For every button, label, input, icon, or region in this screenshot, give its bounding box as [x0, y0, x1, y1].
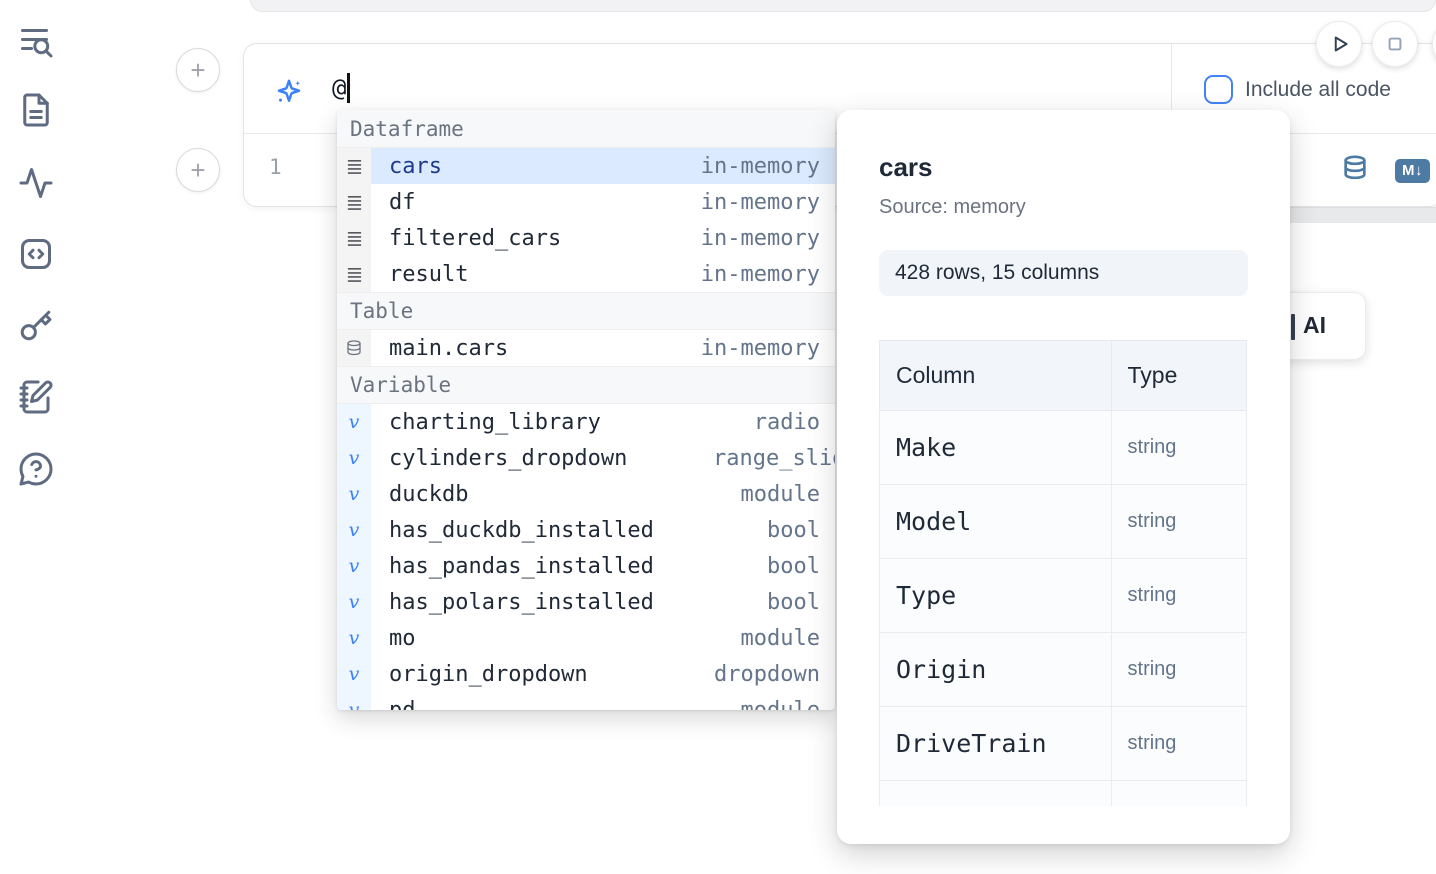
markdown-icon[interactable]: M↓ [1395, 159, 1430, 183]
search-list-icon[interactable] [17, 22, 55, 60]
variable-icon: v [337, 476, 371, 512]
preview-summary-badge: 428 rows, 15 columns [879, 250, 1248, 296]
section-header-dataframe: Dataframe [337, 110, 835, 148]
column-header: Column [880, 341, 1112, 411]
section-header-table: Table [337, 292, 835, 330]
autocomplete-item-charting-library[interactable]: v charting_libraryradio [337, 404, 835, 440]
autocomplete-item-has-polars-installed[interactable]: v has_polars_installedbool [337, 584, 835, 620]
database-icon[interactable] [1341, 152, 1369, 190]
preview-source: Source: memory [879, 196, 1248, 219]
file-text-icon[interactable] [17, 91, 55, 129]
ai-prompt-input[interactable]: @ [332, 73, 350, 103]
autocomplete-item-duckdb[interactable]: v duckdbmodule [337, 476, 835, 512]
autocomplete-item-cars[interactable]: carsin-memory [337, 148, 835, 184]
activity-icon[interactable] [17, 164, 55, 202]
dataframe-preview-popup: cars Source: memory 428 rows, 15 columns… [837, 110, 1290, 844]
autocomplete-dropdown: Dataframe carsin-memory dfin-memory filt… [337, 110, 835, 710]
help-circle-icon[interactable] [17, 450, 55, 488]
stop-icon [1382, 31, 1408, 57]
ai-prompt-value: @ [332, 74, 346, 102]
variable-icon: v [337, 692, 371, 710]
variable-icon: v [337, 548, 371, 584]
table-row: Origin string [880, 633, 1247, 707]
autocomplete-item-has-duckdb-installed[interactable]: v has_duckdb_installedbool [337, 512, 835, 548]
include-all-code-label: Include all code [1245, 78, 1391, 102]
variable-icon: v [337, 656, 371, 692]
include-all-code-checkbox[interactable] [1204, 75, 1233, 104]
add-cell-button[interactable]: + [176, 148, 220, 192]
text-caret [347, 73, 350, 103]
autocomplete-item-result[interactable]: resultin-memory [337, 256, 835, 292]
variable-icon: v [337, 512, 371, 548]
add-cell-button[interactable]: + [176, 48, 220, 92]
table-database-icon [337, 330, 371, 366]
table-row: Model string [880, 485, 1247, 559]
dataframe-rows-icon [337, 256, 371, 292]
dataframe-rows-icon [337, 184, 371, 220]
variable-icon: v [337, 584, 371, 620]
variable-icon: v [337, 440, 371, 476]
autocomplete-item-has-pandas-installed[interactable]: v has_pandas_installedbool [337, 548, 835, 584]
sparkles-ai-icon [274, 77, 304, 107]
autocomplete-item-mo[interactable]: v momodule [337, 620, 835, 656]
left-sidebar [0, 0, 72, 874]
autocomplete-item-main-cars[interactable]: main.carsin-memory [337, 330, 835, 366]
autocomplete-item-origin-dropdown[interactable]: v origin_dropdowndropdown [337, 656, 835, 692]
autocomplete-item-pd[interactable]: v pdmodule [337, 692, 835, 710]
line-number: 1 [269, 155, 282, 179]
table-row: Type string [880, 559, 1247, 633]
dataframe-rows-icon [337, 148, 371, 184]
notebook-pen-icon[interactable] [17, 378, 55, 416]
preview-title: cars [879, 152, 1248, 183]
play-icon [1326, 31, 1352, 57]
type-header: Type [1111, 341, 1246, 411]
key-icon[interactable] [17, 306, 55, 344]
autocomplete-item-filtered-cars[interactable]: filtered_carsin-memory [337, 220, 835, 256]
section-header-variable: Variable [337, 366, 835, 404]
clipped-letter [1291, 314, 1295, 340]
autocomplete-item-cylinders-dropdown[interactable]: v cylinders_dropdownrange_slider [337, 440, 835, 476]
code-square-icon[interactable] [17, 235, 55, 273]
previous-cell-edge [250, 0, 1436, 12]
table-row: Make string [880, 411, 1247, 485]
variable-icon: v [337, 404, 371, 440]
dataframe-rows-icon [337, 220, 371, 256]
table-row [880, 781, 1247, 807]
stop-button[interactable] [1372, 21, 1418, 67]
autocomplete-item-df[interactable]: dfin-memory [337, 184, 835, 220]
table-row: DriveTrain string [880, 707, 1247, 781]
notebook-canvas: + + @ Include all code 1 [0, 0, 1436, 874]
preview-schema-table: Column Type Make string Model string Typ… [879, 340, 1247, 806]
variable-icon: v [337, 620, 371, 656]
run-cell-button[interactable] [1316, 21, 1362, 67]
